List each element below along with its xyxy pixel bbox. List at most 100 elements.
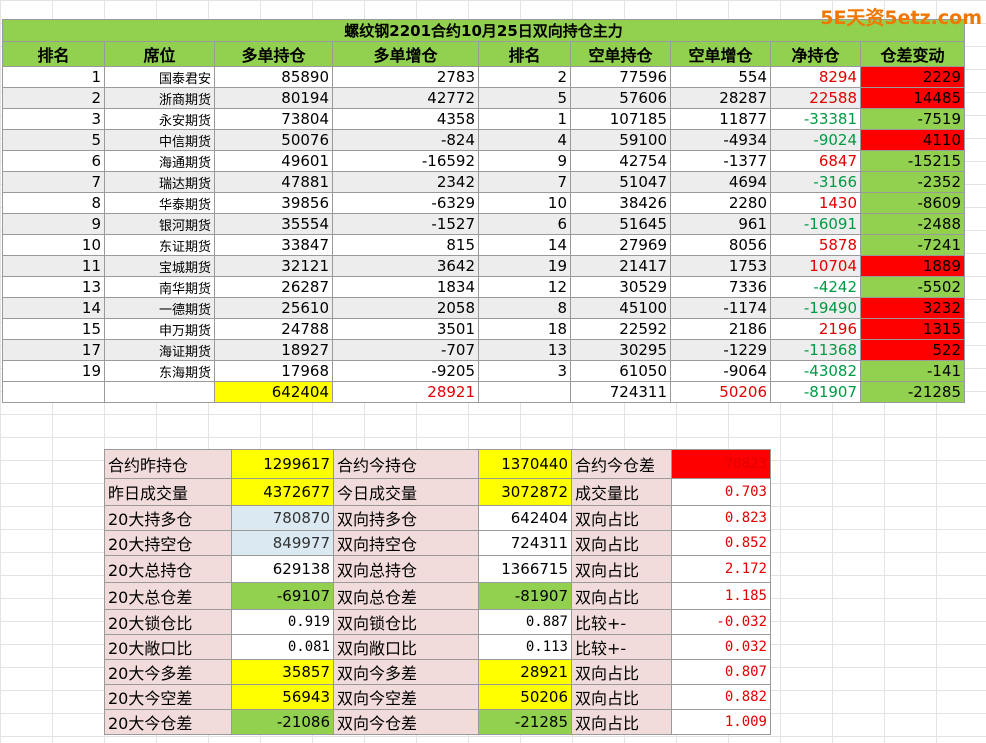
cell-short-rank[interactable]: 13 [478, 339, 571, 361]
cell-broker[interactable]: 银河期货 [104, 213, 215, 235]
cell-short-rank[interactable]: 3 [478, 360, 571, 382]
header-short-rank[interactable]: 排名 [478, 41, 571, 67]
cell-short-rank[interactable]: 4 [478, 129, 571, 151]
cell-long[interactable]: 50076 [214, 129, 333, 151]
summary-value-bidirectional[interactable]: 28921 [478, 659, 572, 685]
cell-long[interactable]: 17968 [214, 360, 333, 382]
summary-value-20[interactable]: 849977 [231, 530, 334, 556]
cell-short[interactable]: 77596 [570, 66, 671, 88]
cell-short-change[interactable]: 2280 [670, 192, 771, 214]
cell-rank[interactable]: 7 [2, 171, 105, 193]
summary-label-bidirectional[interactable]: 双向锁仓比 [333, 609, 479, 635]
cell-short-change[interactable]: 554 [670, 66, 771, 88]
summary-label-bidirectional[interactable]: 双向今空差 [333, 684, 479, 710]
summary-label-ratio[interactable]: 双向占比 [571, 709, 672, 735]
summary-label-20[interactable]: 昨日成交量 [104, 478, 232, 506]
cell-diff[interactable]: -7519 [859, 108, 966, 130]
cell-diff[interactable]: -2352 [859, 171, 966, 193]
cell-long-change[interactable]: 2342 [332, 171, 479, 193]
cell-long[interactable]: 73804 [214, 108, 333, 130]
cell-diff[interactable]: 14485 [859, 87, 966, 109]
summary-label-ratio[interactable]: 双向占比 [571, 659, 672, 685]
cell-long-change[interactable]: 2058 [332, 297, 479, 319]
cell-short-change[interactable]: 7336 [670, 276, 771, 298]
cell-net[interactable]: 22588 [770, 87, 861, 109]
cell-short-change[interactable]: 1753 [670, 255, 771, 277]
summary-label-bidirectional[interactable]: 双向持多仓 [333, 505, 479, 531]
cell-net[interactable]: -43082 [770, 360, 861, 382]
summary-value-20[interactable]: -21086 [231, 709, 334, 735]
total-net[interactable]: -81907 [770, 381, 861, 403]
cell-long-change[interactable]: 815 [332, 234, 479, 256]
cell-broker[interactable]: 南华期货 [104, 276, 215, 298]
cell-short[interactable]: 22592 [570, 318, 671, 340]
cell-long[interactable]: 26287 [214, 276, 333, 298]
cell-long-change[interactable]: -6329 [332, 192, 479, 214]
summary-label-20[interactable]: 20大总持仓 [104, 555, 232, 583]
cell-rank[interactable]: 6 [2, 150, 105, 172]
summary-value-bidirectional[interactable]: 0.113 [478, 634, 572, 660]
cell-long-change[interactable]: 4358 [332, 108, 479, 130]
cell-net[interactable]: 10704 [770, 255, 861, 277]
cell-rank[interactable]: 14 [2, 297, 105, 319]
cell-long[interactable]: 33847 [214, 234, 333, 256]
cell-broker[interactable]: 申万期货 [104, 318, 215, 340]
summary-label-ratio[interactable]: 比较+- [571, 609, 672, 635]
cell-net[interactable]: 5878 [770, 234, 861, 256]
summary-label-20[interactable]: 20大今仓差 [104, 709, 232, 735]
cell-net[interactable]: 6847 [770, 150, 861, 172]
cell-short-rank[interactable]: 2 [478, 66, 571, 88]
summary-value-ratio[interactable]: 0.703 [671, 478, 771, 506]
cell-net[interactable]: -9024 [770, 129, 861, 151]
cell-diff[interactable]: -15215 [859, 150, 966, 172]
summary-value-20[interactable]: 35857 [231, 659, 334, 685]
cell-rank[interactable]: 9 [2, 213, 105, 235]
cell-short-rank[interactable]: 5 [478, 87, 571, 109]
summary-label-ratio[interactable]: 成交量比 [571, 478, 672, 506]
cell-short-change[interactable]: 2186 [670, 318, 771, 340]
summary-label-ratio[interactable]: 双向占比 [571, 505, 672, 531]
summary-value-bidirectional[interactable]: 0.887 [478, 609, 572, 635]
cell-broker[interactable]: 浙商期货 [104, 87, 215, 109]
header-rank[interactable]: 排名 [2, 41, 105, 67]
cell-short-rank[interactable]: 8 [478, 297, 571, 319]
summary-value-20[interactable]: 1299617 [231, 449, 334, 479]
cell-broker[interactable]: 中信期货 [104, 129, 215, 151]
cell-short[interactable]: 30295 [570, 339, 671, 361]
cell-short-change[interactable]: -9064 [670, 360, 771, 382]
cell-short[interactable]: 45100 [570, 297, 671, 319]
cell-long-change[interactable]: 2783 [332, 66, 479, 88]
cell-diff[interactable]: -7241 [859, 234, 966, 256]
header-long-change[interactable]: 多单增仓 [332, 41, 479, 67]
cell-net[interactable]: -33381 [770, 108, 861, 130]
cell-long[interactable]: 39856 [214, 192, 333, 214]
cell-short-change[interactable]: 11877 [670, 108, 771, 130]
cell-broker[interactable]: 华泰期货 [104, 192, 215, 214]
total-long[interactable]: 642404 [214, 381, 333, 403]
cell-short-rank[interactable]: 1 [478, 108, 571, 130]
cell-rank[interactable]: 19 [2, 360, 105, 382]
summary-value-ratio[interactable]: 0.807 [671, 659, 771, 685]
cell-broker[interactable]: 东证期货 [104, 234, 215, 256]
total-long-change[interactable]: 28921 [332, 381, 479, 403]
header-broker[interactable]: 席位 [104, 41, 215, 67]
cell-net[interactable]: -16091 [770, 213, 861, 235]
cell-long-change[interactable]: -9205 [332, 360, 479, 382]
summary-value-20[interactable]: 780870 [231, 505, 334, 531]
cell-diff[interactable]: 2229 [859, 66, 966, 88]
summary-label-ratio[interactable]: 合约今仓差 [571, 449, 672, 479]
summary-label-20[interactable]: 20大总仓差 [104, 582, 232, 610]
cell-rank[interactable]: 3 [2, 108, 105, 130]
cell-rank[interactable]: 11 [2, 255, 105, 277]
cell-long-change[interactable]: -824 [332, 129, 479, 151]
cell-broker[interactable]: 一德期货 [104, 297, 215, 319]
summary-label-20[interactable]: 20大今多差 [104, 659, 232, 685]
summary-value-bidirectional[interactable]: -21285 [478, 709, 572, 735]
cell-diff[interactable]: -8609 [859, 192, 966, 214]
summary-value-ratio[interactable]: 0.882 [671, 684, 771, 710]
summary-label-bidirectional[interactable]: 双向敞口比 [333, 634, 479, 660]
cell-net[interactable]: -4242 [770, 276, 861, 298]
cell-long[interactable]: 32121 [214, 255, 333, 277]
cell-diff[interactable]: 4110 [859, 129, 966, 151]
cell-net[interactable]: 8294 [770, 66, 861, 88]
